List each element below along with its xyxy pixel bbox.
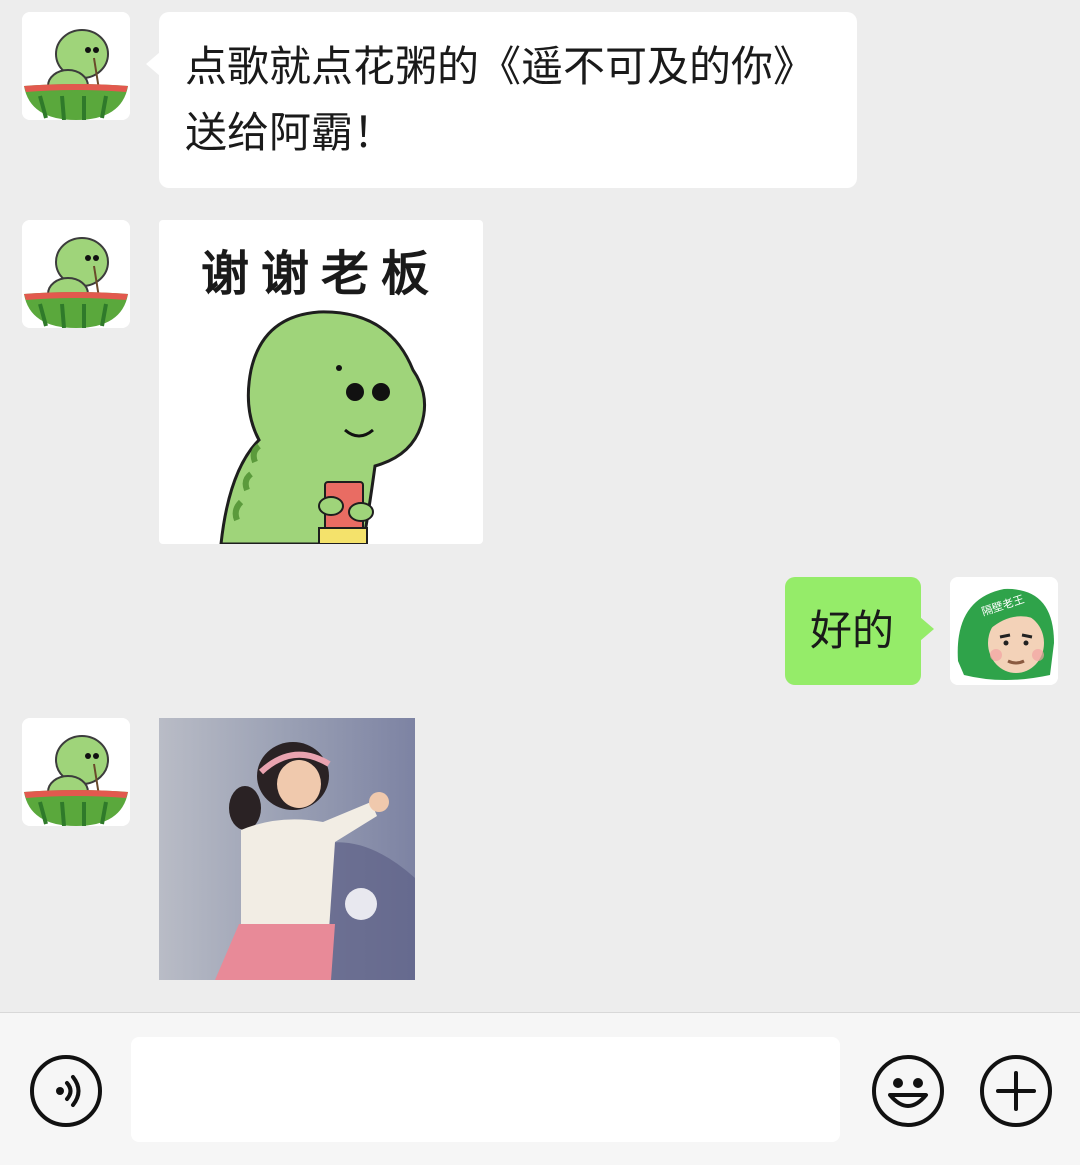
chat-screen: 点歌就点花粥的《遥不可及的你》 送给阿霸！ 谢谢老板 好的 隔壁老王 — [0, 0, 1080, 1165]
helmet-face-avatar-icon: 隔壁老王 — [950, 577, 1058, 685]
self-avatar[interactable]: 隔壁老王 — [950, 577, 1058, 685]
contact-avatar[interactable] — [22, 12, 130, 120]
dino-watermelon-avatar-icon — [22, 220, 130, 328]
contact-avatar[interactable] — [22, 220, 130, 328]
dino-watermelon-avatar-icon — [22, 718, 130, 826]
message-list[interactable]: 点歌就点花粥的《遥不可及的你》 送给阿霸！ 谢谢老板 好的 隔壁老王 — [0, 0, 1080, 1012]
received-photo[interactable] — [159, 718, 415, 980]
message-input[interactable] — [131, 1037, 840, 1142]
received-text-bubble[interactable]: 点歌就点花粥的《遥不可及的你》 送给阿霸！ — [146, 12, 857, 188]
dino-watermelon-avatar-icon — [22, 12, 130, 120]
input-bar — [0, 1012, 1080, 1165]
contact-avatar[interactable] — [22, 718, 130, 826]
plus-icon — [996, 1071, 1036, 1111]
emoji-button[interactable] — [872, 1055, 944, 1127]
message-line: 点歌就点花粥的《遥不可及的你》 — [185, 42, 816, 91]
emoji-icon — [888, 1078, 928, 1108]
voice-button[interactable] — [30, 1055, 102, 1127]
message-text: 好的 — [810, 606, 895, 655]
bubble-tail — [920, 617, 934, 641]
sent-text-bubble[interactable]: 好的 — [785, 577, 934, 685]
girl-dancing-photo-icon — [159, 718, 415, 980]
bubble-tail — [146, 52, 160, 76]
voice-icon — [56, 1075, 81, 1107]
dino-red-envelope-icon — [219, 310, 427, 544]
more-button[interactable] — [980, 1055, 1052, 1127]
message-line: 送给阿霸！ — [185, 108, 396, 157]
received-sticker[interactable]: 谢谢老板 — [159, 220, 483, 544]
